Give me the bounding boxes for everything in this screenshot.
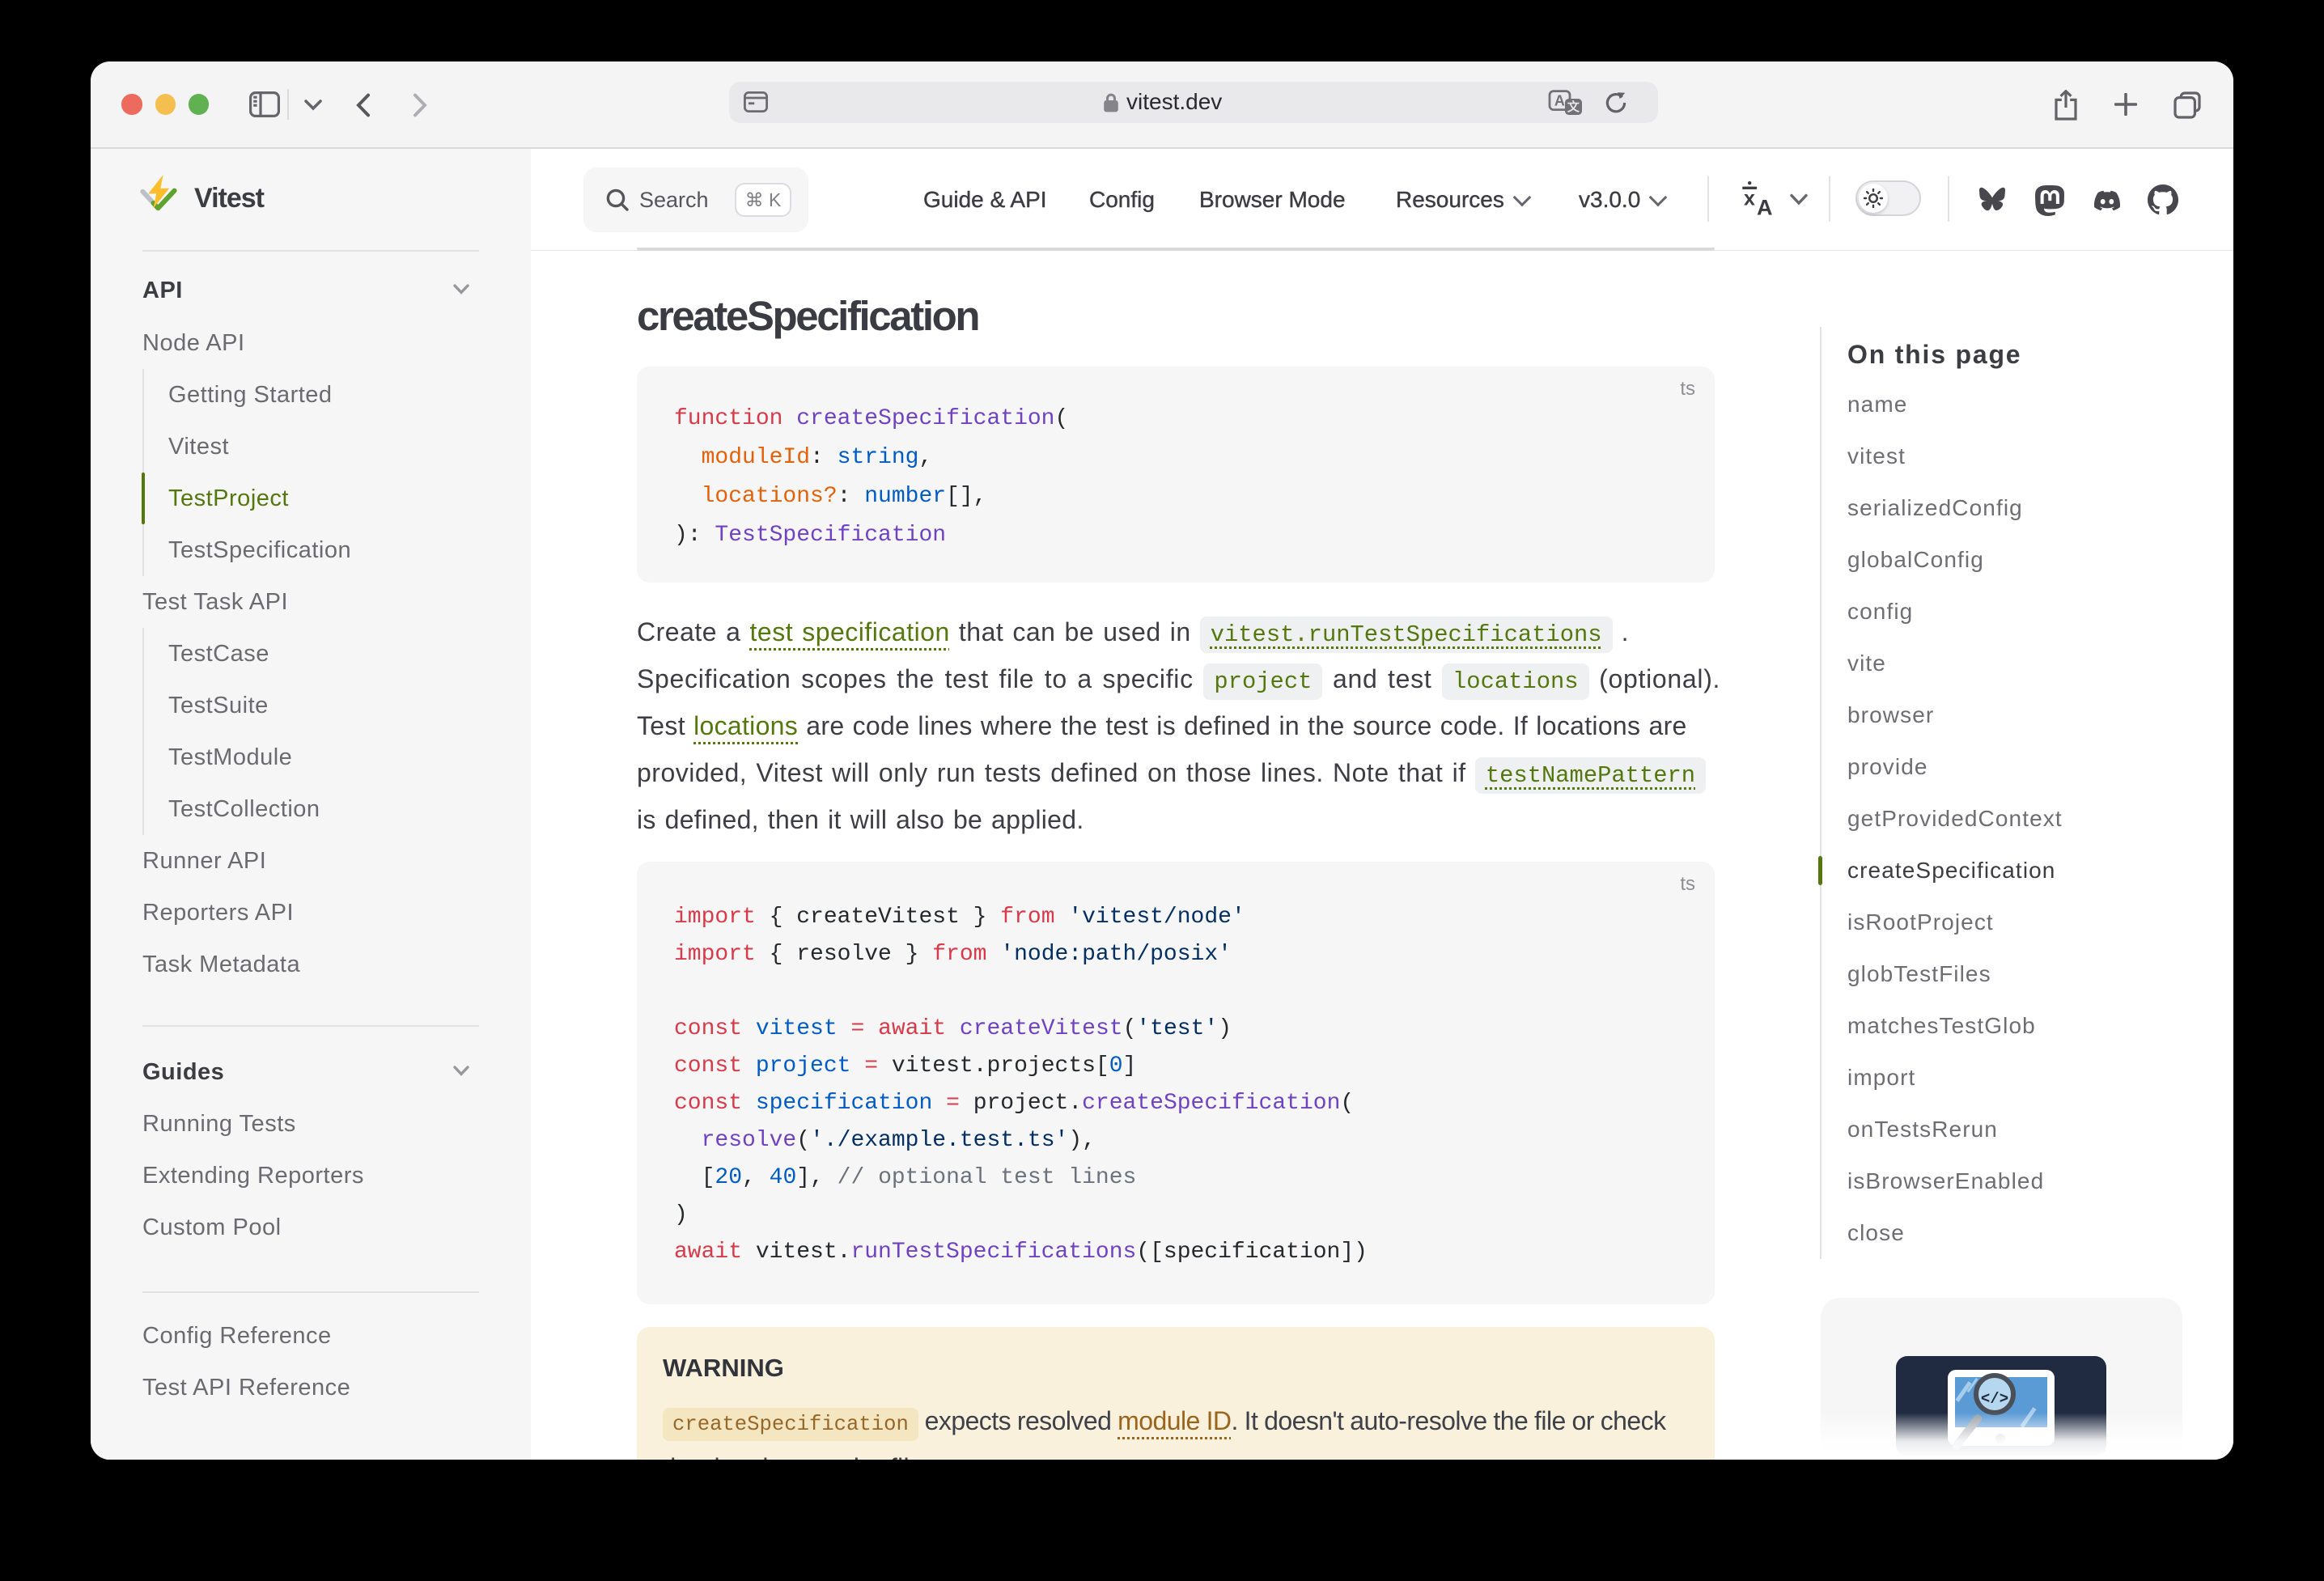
svg-text:文: 文 bbox=[1567, 100, 1580, 114]
svg-text:x: x bbox=[1744, 188, 1755, 210]
svg-text:A: A bbox=[1757, 196, 1773, 217]
svg-text:A: A bbox=[1554, 93, 1565, 109]
